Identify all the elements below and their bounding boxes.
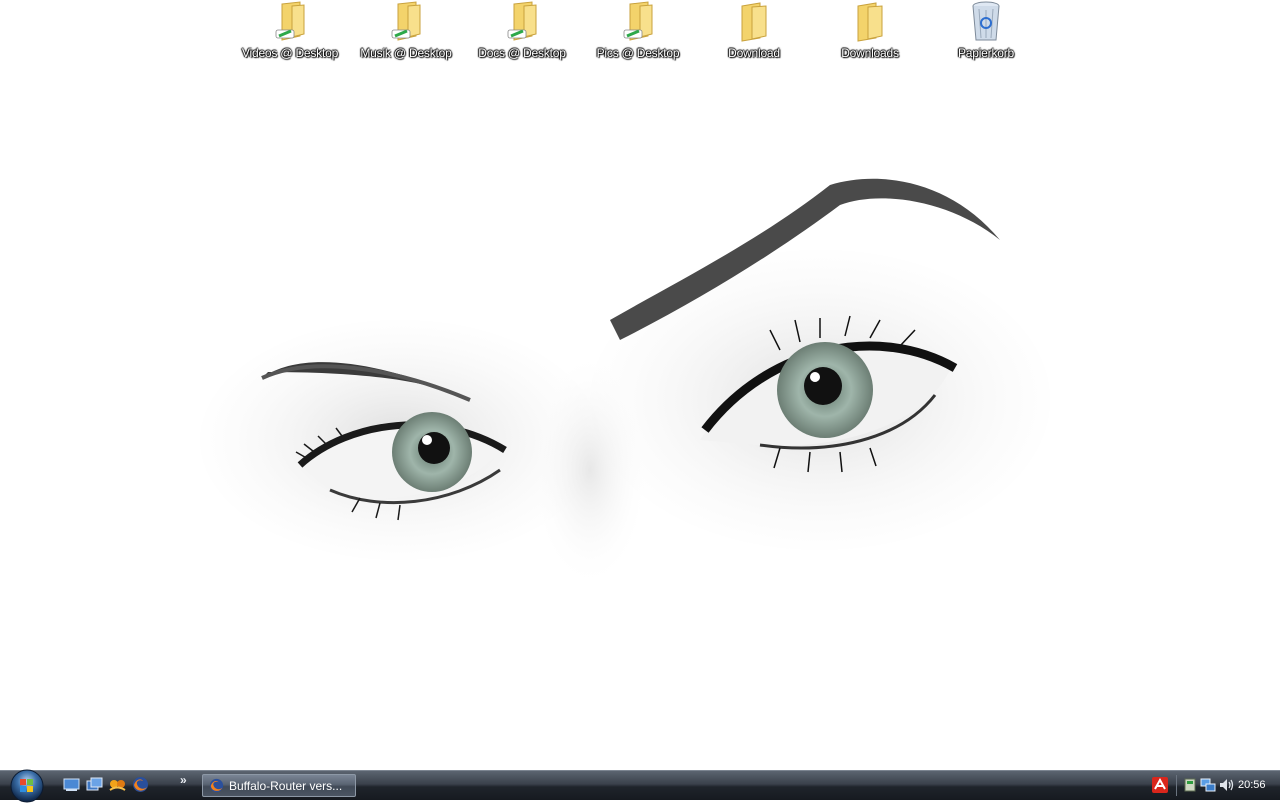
folder-icon (857, 2, 883, 42)
folder-shortcut-icon (623, 1, 653, 41)
eyes-wallpaper (200, 178, 1050, 590)
desktop-icon-docs[interactable]: Docs @ Desktop (464, 0, 580, 66)
desktop-icon-label: Musik @ Desktop (360, 46, 452, 60)
quick-launch-bar (62, 775, 150, 794)
desktop-icon-pics[interactable]: Pics @ Desktop (580, 0, 696, 66)
firefox-icon[interactable] (131, 775, 150, 794)
desktop-icon-label: Pics @ Desktop (596, 46, 680, 60)
desktop-icon-label: Docs @ Desktop (478, 46, 566, 60)
firefox-icon (209, 778, 224, 793)
safely-remove-hardware-icon[interactable] (1182, 777, 1198, 793)
folder-shortcut-icon (391, 1, 421, 41)
network-icon[interactable] (1200, 777, 1216, 793)
desktop-icons: Videos @ Desktop Musik @ Desktop Docs @ … (232, 0, 1052, 66)
switch-windows-icon[interactable] (85, 775, 104, 794)
taskbar-clock[interactable]: 20:56 (1238, 779, 1266, 791)
folder-icon (741, 2, 767, 42)
taskbar-button-label: Buffalo-Router vers... (229, 778, 343, 793)
desktop-icon-musik[interactable]: Musik @ Desktop (348, 0, 464, 66)
desktop-icon-downloads[interactable]: Downloads (812, 0, 928, 66)
desktop-icon-label: Download (728, 46, 780, 60)
desktop[interactable]: Videos @ Desktop Musik @ Desktop Docs @ … (0, 0, 1280, 770)
desktop-icon-papierkorb[interactable]: Papierkorb (928, 0, 1044, 66)
windows-start-orb-icon[interactable] (6, 765, 48, 803)
desktop-icon-label: Downloads (841, 46, 899, 60)
volume-icon[interactable] (1218, 777, 1234, 793)
antivirus-icon[interactable] (1152, 777, 1168, 793)
desktop-icon-download[interactable]: Download (696, 0, 812, 66)
messenger-icon[interactable] (108, 775, 127, 794)
taskbar: » Buffalo-Router vers... 20:56 (0, 769, 1280, 803)
tray-separator (1176, 775, 1177, 796)
show-desktop-icon[interactable] (62, 775, 81, 794)
desktop-icon-label: Videos @ Desktop (241, 46, 339, 60)
recycle-bin-icon (972, 1, 1000, 41)
folder-shortcut-icon (275, 1, 305, 41)
desktop-icon-videos[interactable]: Videos @ Desktop (232, 0, 348, 66)
quick-launch-overflow[interactable]: » (180, 773, 187, 787)
taskbar-button-firefox[interactable]: Buffalo-Router vers... (202, 774, 356, 797)
desktop-icon-label: Papierkorb (957, 46, 1015, 60)
folder-shortcut-icon (507, 1, 537, 41)
